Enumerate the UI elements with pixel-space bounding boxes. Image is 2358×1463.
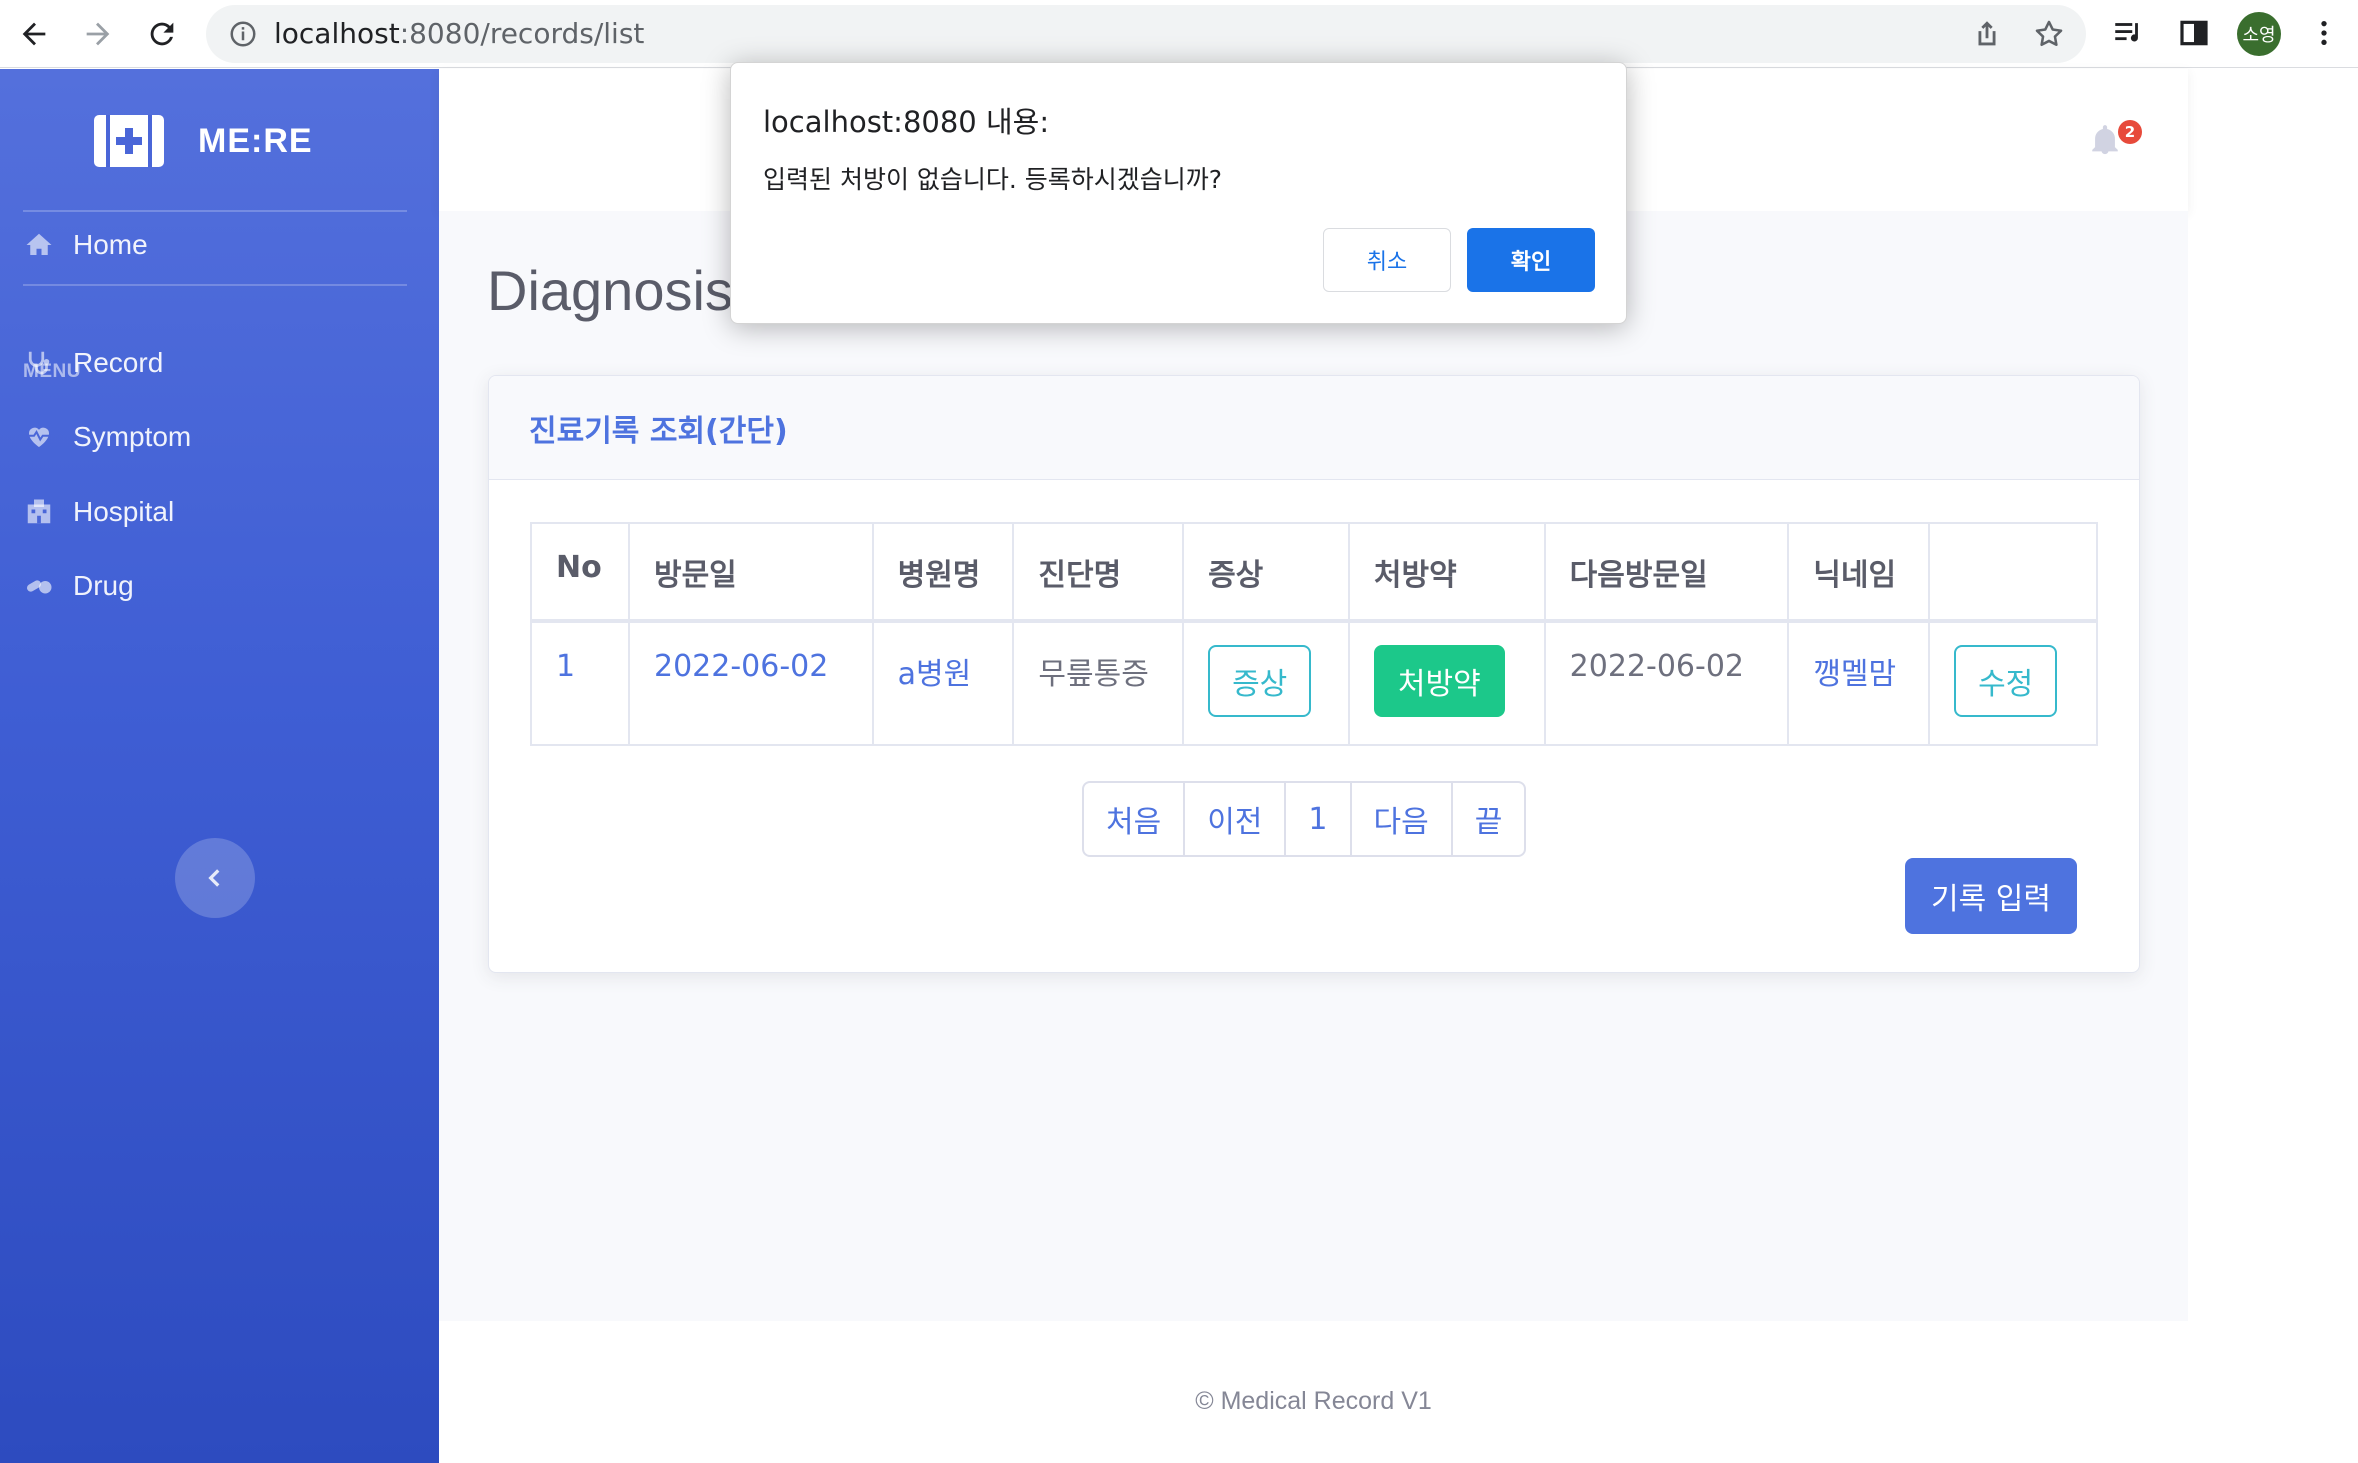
sidebar-item-label: Symptom xyxy=(73,421,192,452)
column-header: 닉네임 xyxy=(1787,522,1931,623)
url-text: localhost:8080/records/list xyxy=(274,18,644,50)
dialog-message: 입력된 처방이 없습니다. 등록하시겠습니까? xyxy=(763,165,1223,194)
sidebar-item-label: Hospital xyxy=(73,496,175,527)
url-path: :8080/records/list xyxy=(399,17,645,50)
brand-name: ME:RE xyxy=(198,121,313,160)
cell-hospital[interactable]: a병원 xyxy=(871,620,1015,746)
pills-icon xyxy=(23,570,55,602)
sidebar-item-hospital[interactable]: Hospital xyxy=(23,490,174,534)
sidebar-item-label: Drug xyxy=(73,570,134,601)
notification-badge: 2 xyxy=(2118,120,2142,144)
side-panel-icon[interactable] xyxy=(2176,15,2212,51)
sidebar-item-symptom[interactable]: Symptom xyxy=(23,415,191,459)
cell-next-visit: 2022-06-02 xyxy=(1543,620,1790,746)
card-title: 진료기록 조회(간단) xyxy=(529,414,788,449)
card-header: 진료기록 조회(간단) xyxy=(489,376,2139,480)
column-header: 처방약 xyxy=(1347,522,1546,623)
page-title: Diagnosis xyxy=(487,259,733,322)
footer: © Medical Record V1 xyxy=(439,1321,2188,1463)
sidebar-item-record[interactable]: Record xyxy=(23,341,163,385)
page-last-button[interactable]: 끝 xyxy=(1450,783,1525,855)
home-icon xyxy=(23,229,55,261)
profile-initials: 소영 xyxy=(2242,25,2276,46)
column-header: 증상 xyxy=(1182,522,1350,623)
share-icon[interactable] xyxy=(1970,17,2004,51)
pagination: 처음 이전 1 다음 끝 xyxy=(1082,781,1527,857)
cell-diagnosis: 무릎통증 xyxy=(1012,620,1185,746)
chevron-left-icon xyxy=(208,869,220,887)
records-card: 진료기록 조회(간단) No 방문일 병원명 진단명 증상 처방약 다음방문일 … xyxy=(488,375,2140,973)
arrow-left-icon xyxy=(22,22,46,46)
column-header xyxy=(1928,522,2098,623)
sidebar-divider xyxy=(23,284,407,286)
star-icon[interactable] xyxy=(2032,17,2066,51)
back-button[interactable] xyxy=(10,10,58,58)
reload-icon xyxy=(150,22,174,46)
sidebar-divider xyxy=(23,210,407,212)
address-bar[interactable]: localhost:8080/records/list xyxy=(206,5,2086,63)
edit-button[interactable]: 수정 xyxy=(1954,645,2058,717)
table-header-row: No 방문일 병원명 진단명 증상 처방약 다음방문일 닉네임 xyxy=(530,522,2098,623)
bell-icon[interactable] xyxy=(2088,122,2122,158)
sidebar-item-label: Home xyxy=(73,229,148,260)
column-header: 방문일 xyxy=(627,522,874,623)
dialog-ok-button[interactable]: 확인 xyxy=(1467,228,1595,292)
cell-nickname[interactable]: 깽멜맘 xyxy=(1787,620,1931,746)
symptom-button[interactable]: 증상 xyxy=(1208,645,1312,717)
browser-toolbar: localhost:8080/records/list 소영 xyxy=(0,0,2358,68)
reading-list-icon[interactable] xyxy=(2110,15,2146,51)
column-header: 병원명 xyxy=(871,522,1015,623)
cell-symptom: 증상 xyxy=(1182,620,1350,746)
page-next-button[interactable]: 다음 xyxy=(1349,783,1451,855)
reload-button[interactable] xyxy=(138,10,186,58)
hospital-icon xyxy=(23,496,55,528)
page-number-button[interactable]: 1 xyxy=(1284,783,1349,855)
heartbeat-icon xyxy=(23,421,55,453)
prescription-button[interactable]: 처방약 xyxy=(1373,645,1505,717)
sidebar-toggle-button[interactable] xyxy=(175,838,255,918)
medical-kit-icon xyxy=(94,115,164,167)
footer-text: © Medical Record V1 xyxy=(1195,1387,1432,1415)
stethoscope-icon xyxy=(23,347,55,379)
cell-visit-date[interactable]: 2022-06-02 xyxy=(627,620,874,746)
more-menu-icon[interactable] xyxy=(2306,15,2342,51)
dialog-title: localhost:8080 내용: xyxy=(763,105,1050,139)
column-header: 진단명 xyxy=(1012,522,1185,623)
add-record-button[interactable]: 기록 입력 xyxy=(1905,858,2077,934)
alert-dialog: localhost:8080 내용: 입력된 처방이 없습니다. 등록하시겠습니… xyxy=(730,62,1627,324)
url-host: localhost xyxy=(274,17,400,50)
column-header: 다음방문일 xyxy=(1543,522,1790,623)
cell-no: 1 xyxy=(530,620,630,746)
forward-button[interactable] xyxy=(74,10,122,58)
cell-prescription: 처방약 xyxy=(1347,620,1546,746)
cell-edit: 수정 xyxy=(1928,620,2098,746)
sidebar-item-label: Record xyxy=(73,347,164,378)
profile-avatar[interactable]: 소영 xyxy=(2237,12,2281,56)
sidebar: ME:RE Home MENU Record Symptom Hospital … xyxy=(0,69,439,1463)
table-row: 1 2022-06-02 a병원 무릎통증 증상 처방약 2022-06-02 … xyxy=(530,620,2098,746)
sidebar-item-drug[interactable]: Drug xyxy=(23,564,134,608)
brand[interactable]: ME:RE xyxy=(92,113,313,169)
page-first-button[interactable]: 처음 xyxy=(1084,783,1183,855)
sidebar-item-home[interactable]: Home xyxy=(23,223,148,267)
arrow-right-icon xyxy=(86,22,110,46)
records-table: No 방문일 병원명 진단명 증상 처방약 다음방문일 닉네임 1 2022-0… xyxy=(530,522,2098,746)
page-prev-button[interactable]: 이전 xyxy=(1183,783,1284,855)
dialog-cancel-button[interactable]: 취소 xyxy=(1323,228,1451,292)
column-header: No xyxy=(530,522,630,623)
info-icon[interactable] xyxy=(228,19,258,49)
